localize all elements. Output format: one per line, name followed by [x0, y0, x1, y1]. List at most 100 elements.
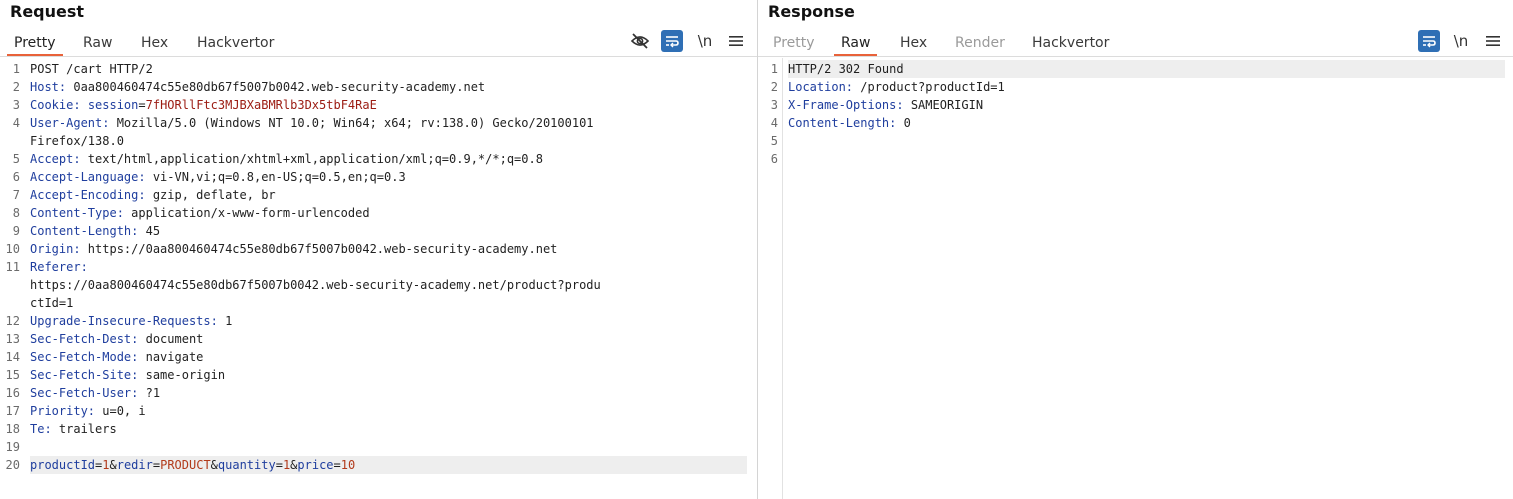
newline-toggle[interactable]: \n	[694, 30, 716, 52]
header-name: Sec-Fetch-Dest:	[30, 332, 139, 346]
header-name: Accept-Encoding:	[30, 188, 146, 202]
header-name: X-Frame-Options:	[788, 98, 904, 112]
code-line: https://0aa800460474c55e80db67f5007b0042…	[0, 276, 757, 294]
header-value: https://0aa800460474c55e80db67f5007b0042…	[80, 242, 558, 256]
header-name: Te:	[30, 422, 52, 436]
response-title: Response	[768, 2, 855, 21]
line-content: Origin: https://0aa800460474c55e80db67f5…	[30, 240, 747, 258]
header-value: same-origin	[138, 368, 226, 382]
code-line: 6 Accept-Language: vi-VN,vi;q=0.8,en-US;q…	[0, 168, 757, 186]
code-line: 9 Content-Length: 45	[0, 222, 757, 240]
header-value: trailers	[51, 422, 117, 436]
line-number: 3	[12, 98, 20, 112]
hamburger-menu-icon[interactable]	[1482, 30, 1504, 52]
line-content: Content-Type: application/x-www-form-url…	[30, 204, 747, 222]
tab-hex[interactable]: Hex	[141, 32, 168, 54]
header-name: Accept-Language:	[30, 170, 146, 184]
param-value: PRODUCT	[160, 458, 211, 472]
line-content: X-Frame-Options: SAMEORIGIN	[788, 96, 1503, 114]
line-content: Cookie: session=7fHORllFtc3MJBXaBMRlb3Dx…	[30, 96, 747, 114]
code-line: 20 productId=1&redir=PRODUCT&quantity=1&p…	[0, 456, 757, 474]
response-pane: Response Pretty Raw Hex Render Hackverto…	[758, 0, 1513, 499]
line-number: 2	[770, 80, 778, 94]
line-text: https://0aa800460474c55e80db67f5007b0042…	[30, 278, 601, 292]
tab-render[interactable]: Render	[955, 32, 1005, 54]
line-number: 17	[5, 404, 20, 418]
code-line: 2 Location: /product?productId=1	[758, 78, 1513, 96]
header-value: 45	[138, 224, 161, 238]
newline-toggle[interactable]: \n	[1450, 30, 1472, 52]
wrap-lines-icon[interactable]	[1418, 30, 1440, 52]
param-value: 10	[340, 458, 356, 472]
code-line: 8 Content-Type: application/x-www-form-ur…	[0, 204, 757, 222]
header-value: application/x-www-form-urlencoded	[123, 206, 370, 220]
param-equals: =	[333, 458, 341, 472]
line-content: Content-Length: 0	[788, 114, 1503, 132]
request-title: Request	[10, 2, 85, 21]
code-line: 15 Sec-Fetch-Site: same-origin	[0, 366, 757, 384]
line-content: HTTP/2 302 Found	[788, 60, 1505, 78]
line-number: 11	[5, 260, 20, 274]
param-equals: =	[275, 458, 283, 472]
line-content: Sec-Fetch-Mode: navigate	[30, 348, 747, 366]
line-content: Referer:	[30, 258, 747, 276]
response-editor[interactable]: 1 HTTP/2 302 Found 2 Location: /product?pro…	[758, 58, 1513, 499]
header-value: navigate	[138, 350, 204, 364]
hamburger-menu-icon[interactable]	[725, 30, 747, 52]
tab-hackvertor[interactable]: Hackvertor	[1032, 32, 1109, 54]
header-name: Priority:	[30, 404, 96, 418]
line-number: 14	[5, 350, 20, 364]
tab-pretty[interactable]: Pretty	[7, 32, 62, 56]
line-number: 5	[770, 134, 778, 148]
tab-pretty[interactable]: Pretty	[773, 32, 815, 54]
line-number: 19	[5, 440, 20, 454]
line-content: Priority: u=0, i	[30, 402, 747, 420]
wrap-lines-icon[interactable]	[661, 30, 683, 52]
header-name: Content-Length:	[788, 116, 897, 130]
line-number: 1	[12, 62, 20, 76]
line-text: Firefox/138.0	[30, 134, 124, 148]
line-number: 4	[12, 116, 20, 130]
code-line: 19	[0, 438, 757, 456]
code-line: 6	[758, 150, 1513, 168]
response-tab-divider	[758, 56, 1513, 57]
line-content: Sec-Fetch-Dest: document	[30, 330, 747, 348]
param-value: 1	[102, 458, 110, 472]
code-line: 7 Accept-Encoding: gzip, deflate, br	[0, 186, 757, 204]
tab-raw[interactable]: Raw	[833, 32, 879, 56]
tab-hex[interactable]: Hex	[900, 32, 927, 54]
header-value: gzip, deflate, br	[145, 188, 276, 202]
code-line: 16 Sec-Fetch-User: ?1	[0, 384, 757, 402]
line-content: Upgrade-Insecure-Requests: 1	[30, 312, 747, 330]
request-editor[interactable]: 1 POST /cart HTTP/2 2 Host: 0aa800460474c55…	[0, 58, 757, 499]
line-number: 9	[12, 224, 20, 238]
line-number: 18	[5, 422, 20, 436]
header-value: 0	[896, 116, 911, 130]
header-name: Referer:	[30, 260, 88, 274]
header-name: Content-Type:	[30, 206, 124, 220]
param-name: price	[297, 458, 334, 472]
header-value: 0aa800460474c55e80db67f5007b0042.web-sec…	[66, 80, 486, 94]
header-value: ?1	[138, 386, 161, 400]
code-line: 4 Content-Length: 0	[758, 114, 1513, 132]
tab-raw[interactable]: Raw	[83, 32, 112, 54]
line-number: 7	[12, 188, 20, 202]
line-number: 1	[770, 62, 778, 76]
cookie-name: session	[87, 98, 139, 112]
code-line: 13 Sec-Fetch-Dest: document	[0, 330, 757, 348]
line-content: Te: trailers	[30, 420, 747, 438]
line-number: 3	[770, 98, 778, 112]
cookie-equals: =	[138, 98, 146, 112]
eye-off-icon[interactable]	[629, 30, 651, 52]
header-value: document	[138, 332, 204, 346]
param-separator: &	[109, 458, 117, 472]
line-content: Accept: text/html,application/xhtml+xml,…	[30, 150, 747, 168]
line-content: Accept-Language: vi-VN,vi;q=0.8,en-US;q=…	[30, 168, 747, 186]
header-name: Accept:	[30, 152, 81, 166]
header-value: vi-VN,vi;q=0.8,en-US;q=0.5,en;q=0.3	[145, 170, 406, 184]
line-content: User-Agent: Mozilla/5.0 (Windows NT 10.0…	[30, 114, 747, 132]
code-line: 5 Accept: text/html,application/xhtml+xml…	[0, 150, 757, 168]
tab-hackvertor[interactable]: Hackvertor	[197, 32, 274, 54]
header-value: SAMEORIGIN	[903, 98, 984, 112]
